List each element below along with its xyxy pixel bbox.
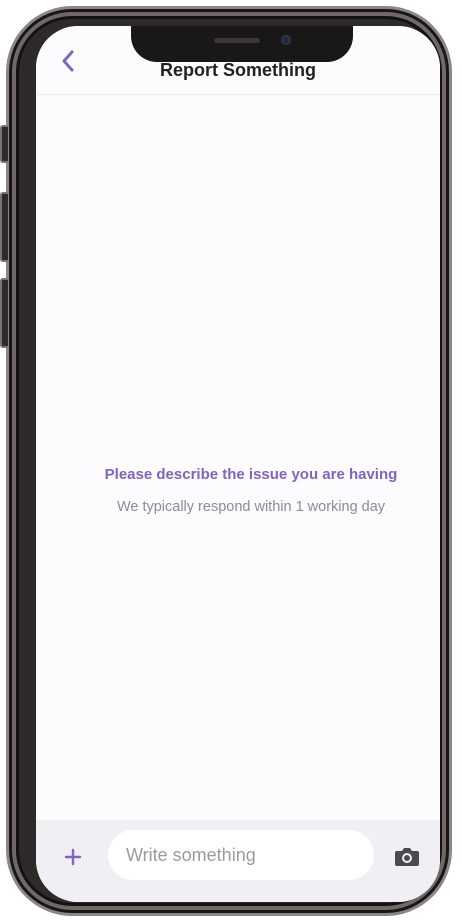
- phone-screen: Report Something Please describe the iss…: [36, 26, 440, 902]
- speaker-grille: [214, 38, 260, 43]
- message-input[interactable]: [108, 830, 374, 880]
- camera-button[interactable]: [392, 842, 422, 870]
- empty-state-subtitle: We typically respond within 1 working da…: [116, 499, 386, 515]
- phone-notch: [131, 26, 353, 62]
- phone-volume-up-button: [0, 192, 8, 262]
- page-title: Report Something: [160, 60, 316, 80]
- phone-mute-switch: [0, 125, 8, 163]
- camera-icon: [395, 848, 419, 866]
- phone-volume-down-button: [0, 278, 8, 348]
- front-camera: [281, 35, 291, 45]
- empty-state: Please describe the issue you are having…: [36, 466, 440, 515]
- add-attachment-button[interactable]: [56, 840, 90, 874]
- message-composer: [36, 820, 440, 902]
- empty-state-title: Please describe the issue you are having: [104, 466, 398, 483]
- plus-icon: [64, 848, 82, 866]
